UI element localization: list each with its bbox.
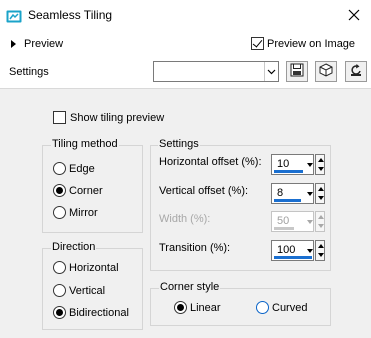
spin-up-icon[interactable] [318, 158, 324, 162]
spin-up-down-buttons [315, 211, 325, 232]
spin-down-icon [318, 224, 324, 228]
offset-settings-title: Settings [158, 138, 200, 150]
transition-label: Transition (%): [159, 242, 231, 254]
show-tiling-preview-checkbox[interactable] [53, 111, 66, 124]
horizontal-offset-label: Horizontal offset (%): [159, 156, 262, 168]
spin-up-down-buttons[interactable] [315, 183, 325, 204]
radio-button-selected[interactable] [174, 301, 187, 314]
radio-label[interactable]: Bidirectional [69, 307, 129, 319]
radio-button[interactable] [256, 301, 269, 314]
radio-label[interactable]: Curved [272, 302, 307, 314]
radio-label[interactable]: Linear [190, 302, 221, 314]
preset-dropdown[interactable] [153, 61, 279, 82]
show-tiling-preview-label[interactable]: Show tiling preview [70, 112, 164, 124]
tiling-mirror-option[interactable]: Mirror [53, 206, 98, 219]
radio-button[interactable] [53, 284, 66, 297]
radio-label[interactable]: Mirror [69, 207, 98, 219]
reset-button[interactable] [345, 61, 367, 82]
presets-row: Settings [0, 58, 371, 88]
vertical-offset-label: Vertical offset (%): [159, 185, 249, 197]
corner-style-title: Corner style [159, 281, 221, 293]
value-slider-bar[interactable] [274, 170, 303, 173]
radio-button[interactable] [53, 162, 66, 175]
transition-input[interactable]: 100 [271, 240, 314, 261]
slider-dropdown-icon [306, 213, 314, 231]
close-button[interactable] [337, 0, 371, 32]
tiling-corner-option[interactable]: Corner [53, 184, 103, 197]
preview-on-image-checkbox[interactable] [251, 37, 264, 50]
reset-icon [349, 63, 363, 80]
preset-cube-button[interactable] [315, 61, 337, 82]
radio-label[interactable]: Edge [69, 163, 95, 175]
chevron-down-icon[interactable] [264, 62, 278, 81]
radio-label[interactable]: Horizontal [69, 262, 119, 274]
width-value: 50 [277, 215, 290, 227]
settings-panel: Show tiling preview Tiling method Edge C… [0, 88, 371, 338]
width-input: 50 [271, 211, 314, 232]
preset-cube-icon [319, 63, 333, 80]
save-preset-icon [290, 63, 304, 80]
direction-vertical-option[interactable]: Vertical [53, 284, 105, 297]
spin-down-icon[interactable] [318, 167, 324, 171]
spin-down-icon[interactable] [318, 253, 324, 257]
spin-up-down-buttons[interactable] [315, 154, 325, 175]
settings-label: Settings [9, 66, 49, 78]
window-title: Seamless Tiling [28, 8, 113, 22]
radio-label[interactable]: Vertical [69, 285, 105, 297]
direction-horizontal-option[interactable]: Horizontal [53, 261, 119, 274]
tiling-edge-option[interactable]: Edge [53, 162, 95, 175]
value-slider-bar [274, 227, 294, 230]
horizontal-offset-value: 10 [277, 158, 290, 170]
transition-value: 100 [277, 244, 296, 256]
radio-label[interactable]: Corner [69, 185, 103, 197]
width-label: Width (%): [159, 213, 211, 225]
title-bar: Seamless Tiling [0, 0, 371, 32]
horizontal-offset-input[interactable]: 10 [271, 154, 314, 175]
show-tiling-preview-option[interactable]: Show tiling preview [53, 111, 164, 124]
close-icon [348, 9, 360, 24]
radio-button[interactable] [53, 261, 66, 274]
transition-spinner[interactable]: 100 [271, 240, 325, 261]
tiling-method-title: Tiling method [51, 138, 119, 150]
spin-up-down-buttons[interactable] [315, 240, 325, 261]
preview-on-image-label[interactable]: Preview on Image [267, 38, 355, 50]
direction-title: Direction [51, 241, 97, 253]
slider-dropdown-icon[interactable] [306, 185, 314, 203]
width-spinner: 50 [271, 211, 325, 232]
preview-toggle-label[interactable]: Preview [24, 38, 63, 50]
tiling-app-icon [6, 8, 22, 24]
radio-button[interactable] [53, 206, 66, 219]
slider-dropdown-icon[interactable] [306, 156, 314, 174]
corner-linear-option[interactable]: Linear [174, 301, 221, 314]
vertical-offset-value: 8 [277, 187, 284, 199]
preview-on-image-option[interactable]: Preview on Image [251, 37, 355, 50]
radio-button-selected[interactable] [53, 184, 66, 197]
slider-dropdown-icon[interactable] [306, 242, 314, 260]
spin-up-icon [318, 215, 324, 219]
horizontal-offset-spinner[interactable]: 10 [271, 154, 325, 175]
vertical-offset-spinner[interactable]: 8 [271, 183, 325, 204]
spin-down-icon[interactable] [318, 196, 324, 200]
save-preset-button[interactable] [286, 61, 308, 82]
spin-up-icon[interactable] [318, 187, 324, 191]
radio-button-selected[interactable] [53, 306, 66, 319]
preview-row: Preview Preview on Image [0, 32, 371, 58]
vertical-offset-input[interactable]: 8 [271, 183, 314, 204]
expand-arrow-icon[interactable] [11, 40, 16, 48]
value-slider-bar[interactable] [274, 199, 301, 202]
direction-bidirectional-option[interactable]: Bidirectional [53, 306, 129, 319]
corner-curved-option[interactable]: Curved [256, 301, 307, 314]
spin-up-icon[interactable] [318, 244, 324, 248]
